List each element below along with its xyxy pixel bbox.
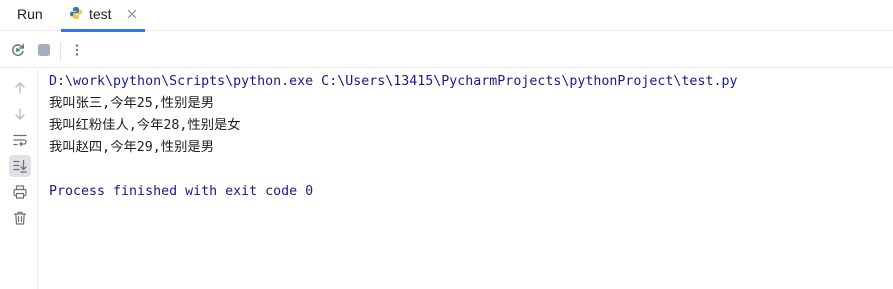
console-output-line: 我叫红粉佳人,今年28,性别是女 (49, 118, 241, 133)
navigate-down-button[interactable] (9, 103, 31, 125)
scroll-to-end-button[interactable] (9, 155, 31, 177)
more-options-icon (75, 44, 79, 56)
rerun-button[interactable] (8, 40, 28, 60)
scroll-to-end-icon (13, 159, 27, 173)
tab-test[interactable]: test (61, 0, 145, 32)
console-output[interactable]: D:\work\python\Scripts\python.exe C:\Use… (49, 71, 893, 203)
close-icon[interactable] (127, 9, 137, 19)
console-output-line: 我叫赵四,今年29,性别是男 (49, 140, 214, 155)
console-side-toolbar (0, 69, 38, 289)
rerun-icon (12, 43, 24, 56)
python-file-icon (70, 7, 82, 19)
soft-wrap-button[interactable] (9, 129, 31, 151)
more-options-button[interactable] (67, 40, 87, 60)
run-panel-title: Run (17, 6, 43, 22)
soft-wrap-icon (13, 134, 27, 147)
navigate-up-button[interactable] (9, 77, 31, 99)
up-arrow-icon (15, 82, 25, 94)
run-tool-window: Run test D:\work\python\Scripts\python.e… (0, 0, 893, 289)
stop-button[interactable] (34, 40, 54, 60)
print-button[interactable] (9, 181, 31, 203)
console-exit-message: Process finished with exit code 0 (49, 184, 314, 199)
print-icon (13, 185, 27, 199)
stop-icon (38, 44, 50, 56)
tab-label: test (89, 6, 112, 22)
console-output-line: 我叫张三,今年25,性别是男 (49, 96, 214, 111)
run-toolbar (0, 32, 893, 68)
trash-icon (13, 211, 27, 225)
run-tab-bar: Run test (0, 0, 893, 32)
down-arrow-icon (15, 108, 25, 120)
toolbar-separator (60, 42, 61, 60)
console-command-line: D:\work\python\Scripts\python.exe C:\Use… (49, 74, 738, 89)
clear-all-button[interactable] (9, 207, 31, 229)
